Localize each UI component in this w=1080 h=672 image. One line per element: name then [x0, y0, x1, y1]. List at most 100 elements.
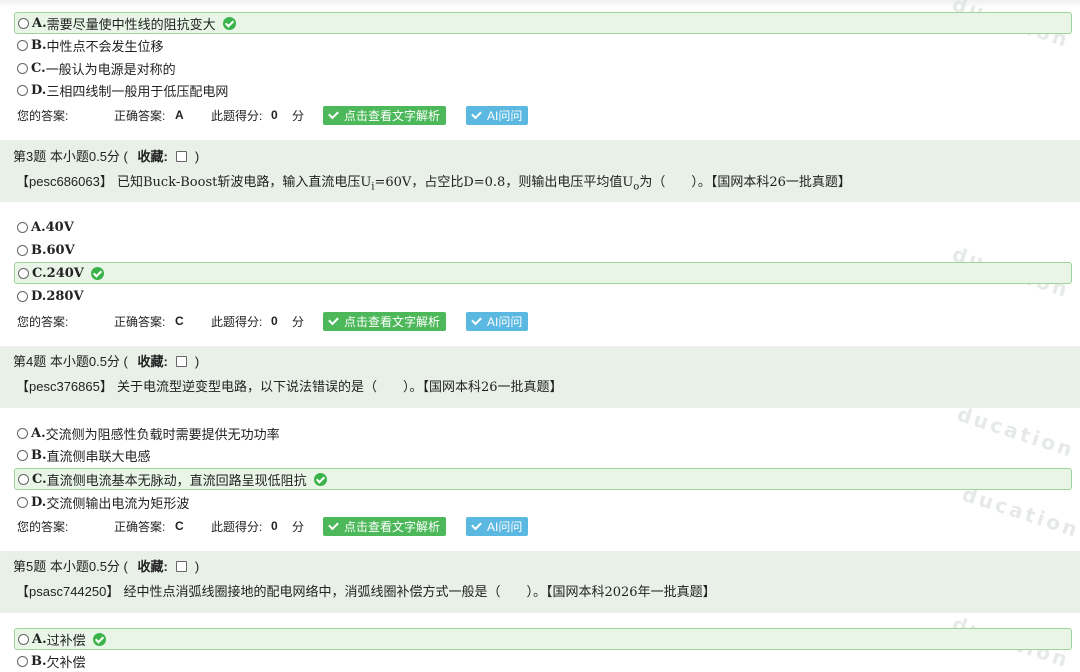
paren: ) [194, 149, 200, 164]
button-label: 点击查看文字解析 [344, 108, 441, 123]
your-answer-label: 您的答案: [17, 314, 69, 329]
view-analysis-button[interactable]: 点击查看文字解析 [323, 105, 447, 125]
option-letter: A. [31, 219, 46, 235]
radio-button[interactable] [17, 427, 28, 439]
question-points: 本小题0.5分 ( [49, 149, 128, 164]
radio-button[interactable] [17, 39, 28, 51]
option-b[interactable]: B. 直流侧串联大电感 [17, 445, 151, 465]
option-a[interactable]: A. 交流侧为阻感性负载时需要提供无功功率 [17, 423, 280, 443]
button-label: AI问问 [487, 314, 523, 329]
radio-button[interactable] [18, 17, 29, 29]
correct-check-icon [222, 16, 236, 30]
correct-answer-value: C [175, 519, 184, 533]
button-label: 点击查看文字解析 [344, 314, 441, 329]
radio-button[interactable] [18, 267, 29, 279]
option-letter: B. [31, 653, 47, 669]
option-text: 交流侧为阻感性负载时需要提供无功功率 [45, 427, 280, 443]
correct-answer-label: 正确答案: [114, 519, 166, 534]
option-b[interactable]: B. 欠补偿 [17, 651, 86, 671]
question-id: 【pesc686063】 [16, 174, 113, 189]
radio-button[interactable] [17, 221, 28, 233]
answer-row: 您的答案: 正确答案: C 此题得分: 0 分 点击查看文字解析 AI问问 [17, 311, 529, 331]
top-shadow [0, 0, 1080, 8]
view-analysis-button[interactable]: 点击查看文字解析 [323, 311, 447, 331]
question-text: 【psasc744250】 经中性点消弧线圈接地的配电网络中，消弧线圈补偿方式一… [16, 581, 716, 600]
option-b[interactable]: B. 中性点不会发生位移 [17, 35, 164, 55]
correct-answer-label: 正确答案: [114, 314, 166, 329]
option-letter: B. [31, 447, 47, 463]
option-b[interactable]: B. 60V [17, 240, 75, 260]
option-letter: C. [31, 60, 46, 76]
question-text-part: 经中性点消弧线圈接地的配电网络中，消弧线圈补偿方式一般是（ ）。【国网本科202… [123, 585, 716, 600]
option-text: 中性点不会发生位移 [46, 39, 164, 55]
ai-ask-button[interactable]: AI问问 [466, 105, 529, 125]
check-icon [471, 108, 482, 119]
question-text-part: 已知Buck-Boost斩波电路，输入直流电压U [116, 175, 372, 190]
radio-button[interactable] [17, 244, 28, 256]
radio-button[interactable] [17, 655, 28, 667]
radio-button[interactable] [18, 473, 29, 485]
button-label: 点击查看文字解析 [344, 519, 441, 534]
option-d[interactable]: D. 280V [17, 286, 84, 306]
check-icon [328, 519, 339, 530]
option-a[interactable]: A. 40V [17, 217, 74, 237]
radio-button[interactable] [17, 84, 28, 96]
option-c[interactable]: C. 直流侧电流基本无脉动，直流回路呈现低阻抗 [14, 468, 1072, 490]
option-c[interactable]: C. 240V [14, 262, 1072, 284]
option-d[interactable]: D. 三相四线制一般用于低压配电网 [17, 80, 228, 100]
option-d[interactable]: D. 交流侧输出电流为矩形波 [17, 492, 189, 512]
score-value: 0 [271, 108, 278, 122]
option-letter: D. [31, 82, 47, 98]
correct-check-icon [92, 632, 106, 646]
question-text: 【pesc686063】 已知Buck-Boost斩波电路，输入直流电压Ui=6… [16, 171, 851, 193]
option-letter: A. [32, 631, 47, 647]
score-value: 0 [271, 314, 278, 328]
radio-button[interactable] [18, 633, 29, 645]
option-text: 240V [46, 265, 84, 281]
check-icon [471, 314, 482, 325]
question-number: 第4题 [13, 354, 47, 369]
score-value: 0 [271, 519, 278, 533]
question-points: 本小题0.5分 ( [49, 354, 128, 369]
option-text: 280V [46, 288, 84, 304]
question-id: 【pesc376865】 [16, 379, 113, 394]
option-letter: C. [32, 471, 47, 487]
favorite-label: 收藏: [137, 354, 168, 369]
question-title: 第5题 本小题0.5分 ( 收藏:) [13, 556, 199, 575]
option-letter: A. [32, 15, 47, 31]
check-icon [328, 314, 339, 325]
answer-row: 您的答案: 正确答案: A 此题得分: 0 分 点击查看文字解析 AI问问 [17, 105, 529, 125]
favorite-checkbox[interactable] [175, 151, 187, 163]
view-analysis-button[interactable]: 点击查看文字解析 [323, 516, 447, 536]
favorite-checkbox[interactable] [175, 561, 187, 573]
option-text: 需要尽量使中性线的阻抗变大 [46, 17, 216, 33]
question-title: 第4题 本小题0.5分 ( 收藏:) [13, 351, 199, 370]
ai-ask-button[interactable]: AI问问 [466, 311, 529, 331]
option-text: 欠补偿 [46, 655, 86, 671]
option-text: 直流侧电流基本无脉动，直流回路呈现低阻抗 [46, 473, 307, 489]
your-answer-label: 您的答案: [17, 519, 69, 534]
option-text: 交流侧输出电流为矩形波 [46, 496, 190, 512]
radio-button[interactable] [17, 290, 28, 302]
favorite-checkbox[interactable] [175, 356, 187, 368]
option-c[interactable]: C. 一般认为电源是对称的 [17, 58, 176, 78]
option-letter: A. [31, 425, 46, 441]
ai-ask-button[interactable]: AI问问 [466, 516, 529, 536]
answer-row: 您的答案: 正确答案: C 此题得分: 0 分 点击查看文字解析 AI问问 [17, 516, 529, 536]
score-unit: 分 [292, 314, 305, 329]
radio-button[interactable] [17, 449, 28, 461]
favorite-label: 收藏: [137, 149, 168, 164]
option-a[interactable]: A. 需要尽量使中性线的阻抗变大 [14, 12, 1072, 34]
option-letter: B. [31, 242, 47, 258]
watermark: ducation [954, 401, 1079, 463]
option-letter: D. [31, 288, 47, 304]
option-text: 60V [46, 242, 75, 258]
your-answer-label: 您的答案: [17, 108, 69, 123]
radio-button[interactable] [17, 496, 28, 508]
question-text-part: 为（ ）。【国网本科26一批真题】 [639, 175, 851, 190]
option-text: 直流侧串联大电感 [46, 449, 151, 465]
check-icon [471, 519, 482, 530]
radio-button[interactable] [17, 62, 28, 74]
correct-answer-value: C [175, 314, 184, 328]
option-a[interactable]: A. 过补偿 [14, 628, 1072, 650]
